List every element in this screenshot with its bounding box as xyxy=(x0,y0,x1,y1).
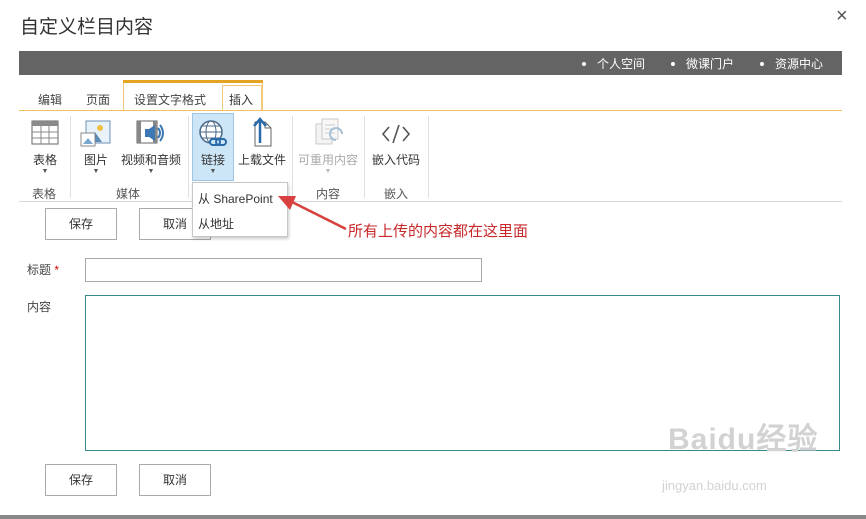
table-button[interactable]: 表格 ▼ xyxy=(27,116,63,182)
upload-file-label: 上载文件 xyxy=(237,153,286,167)
embed-code-button[interactable]: 嵌入代码 xyxy=(370,116,422,182)
video-audio-button[interactable]: 视频和音频 ▼ xyxy=(120,116,182,182)
content-field-label: 内容 xyxy=(27,300,52,314)
picture-icon xyxy=(80,120,111,147)
nav-personal-space[interactable]: 个人空间 xyxy=(582,55,645,72)
baidu-watermark: Baidu经验 jingyan.baidu.com xyxy=(662,423,819,494)
title-field-label: 标题 * xyxy=(27,263,60,277)
ribbon-divider xyxy=(292,116,293,198)
group-label-embed: 嵌入 xyxy=(384,187,409,201)
chevron-down-icon: ▼ xyxy=(147,168,155,175)
globe-link-icon xyxy=(199,120,227,146)
reusable-content-button[interactable]: 可重用内容 ▼ xyxy=(297,116,359,182)
chevron-down-icon: ▼ xyxy=(324,168,332,175)
embed-code-label: 嵌入代码 xyxy=(371,153,420,167)
code-icon xyxy=(381,124,411,144)
tab-page[interactable]: 页面 xyxy=(86,91,110,108)
chevron-down-icon: ▼ xyxy=(92,168,100,175)
context-tab-accent xyxy=(123,80,263,83)
image-button[interactable]: 图片 ▼ xyxy=(78,116,114,182)
cancel-button[interactable]: 取消 xyxy=(139,464,211,496)
table-icon xyxy=(31,120,59,145)
reusable-content-icon xyxy=(315,118,343,145)
upload-file-button[interactable]: 上载文件 xyxy=(237,116,287,182)
bullet-icon xyxy=(760,61,764,66)
nav-microcourse-portal[interactable]: 微课门户 xyxy=(671,55,734,72)
title-input[interactable] xyxy=(85,258,482,282)
reusable-content-label: 可重用内容 xyxy=(297,153,358,167)
tab-edit[interactable]: 编辑 xyxy=(38,91,62,108)
group-label-media: 媒体 xyxy=(116,187,141,201)
ribbon-divider xyxy=(188,116,189,198)
ribbon-divider xyxy=(428,116,429,198)
nav-resource-center[interactable]: 资源中心 xyxy=(760,55,823,72)
link-button[interactable]: 链接 ▼ xyxy=(194,116,232,182)
upload-icon xyxy=(253,117,272,147)
tab-format-text[interactable]: 设置文字格式 xyxy=(134,91,206,108)
annotation-text: 所有上传的内容都在这里面 xyxy=(348,223,529,240)
dialog-title: 自定义栏目内容 xyxy=(20,17,154,38)
chevron-down-icon: ▼ xyxy=(209,168,217,175)
required-mark: * xyxy=(54,263,60,277)
chevron-down-icon: ▼ xyxy=(41,168,49,175)
group-label-table: 表格 xyxy=(32,187,57,201)
bullet-icon xyxy=(582,61,586,66)
annotation-arrow-icon xyxy=(278,196,347,231)
menu-item-from-address[interactable]: 从地址 xyxy=(198,215,234,232)
video-audio-icon xyxy=(136,120,164,144)
close-icon[interactable]: × xyxy=(836,6,848,26)
link-label: 链接 xyxy=(200,153,225,167)
save-button[interactable]: 保存 xyxy=(45,464,117,496)
bullet-icon xyxy=(671,61,675,66)
save-button-top[interactable]: 保存 xyxy=(45,208,117,240)
video-audio-label: 视频和音频 xyxy=(120,153,181,167)
bottom-edge xyxy=(0,515,866,519)
ribbon-divider xyxy=(364,116,365,198)
top-nav-bar: 个人空间 微课门户 资源中心 xyxy=(19,51,842,75)
menu-item-from-sharepoint[interactable]: 从 SharePoint xyxy=(198,190,273,207)
ribbon-divider xyxy=(70,116,71,198)
image-label: 图片 xyxy=(83,153,108,167)
table-label: 表格 xyxy=(32,153,57,167)
tab-insert[interactable]: 插入 xyxy=(229,91,253,108)
